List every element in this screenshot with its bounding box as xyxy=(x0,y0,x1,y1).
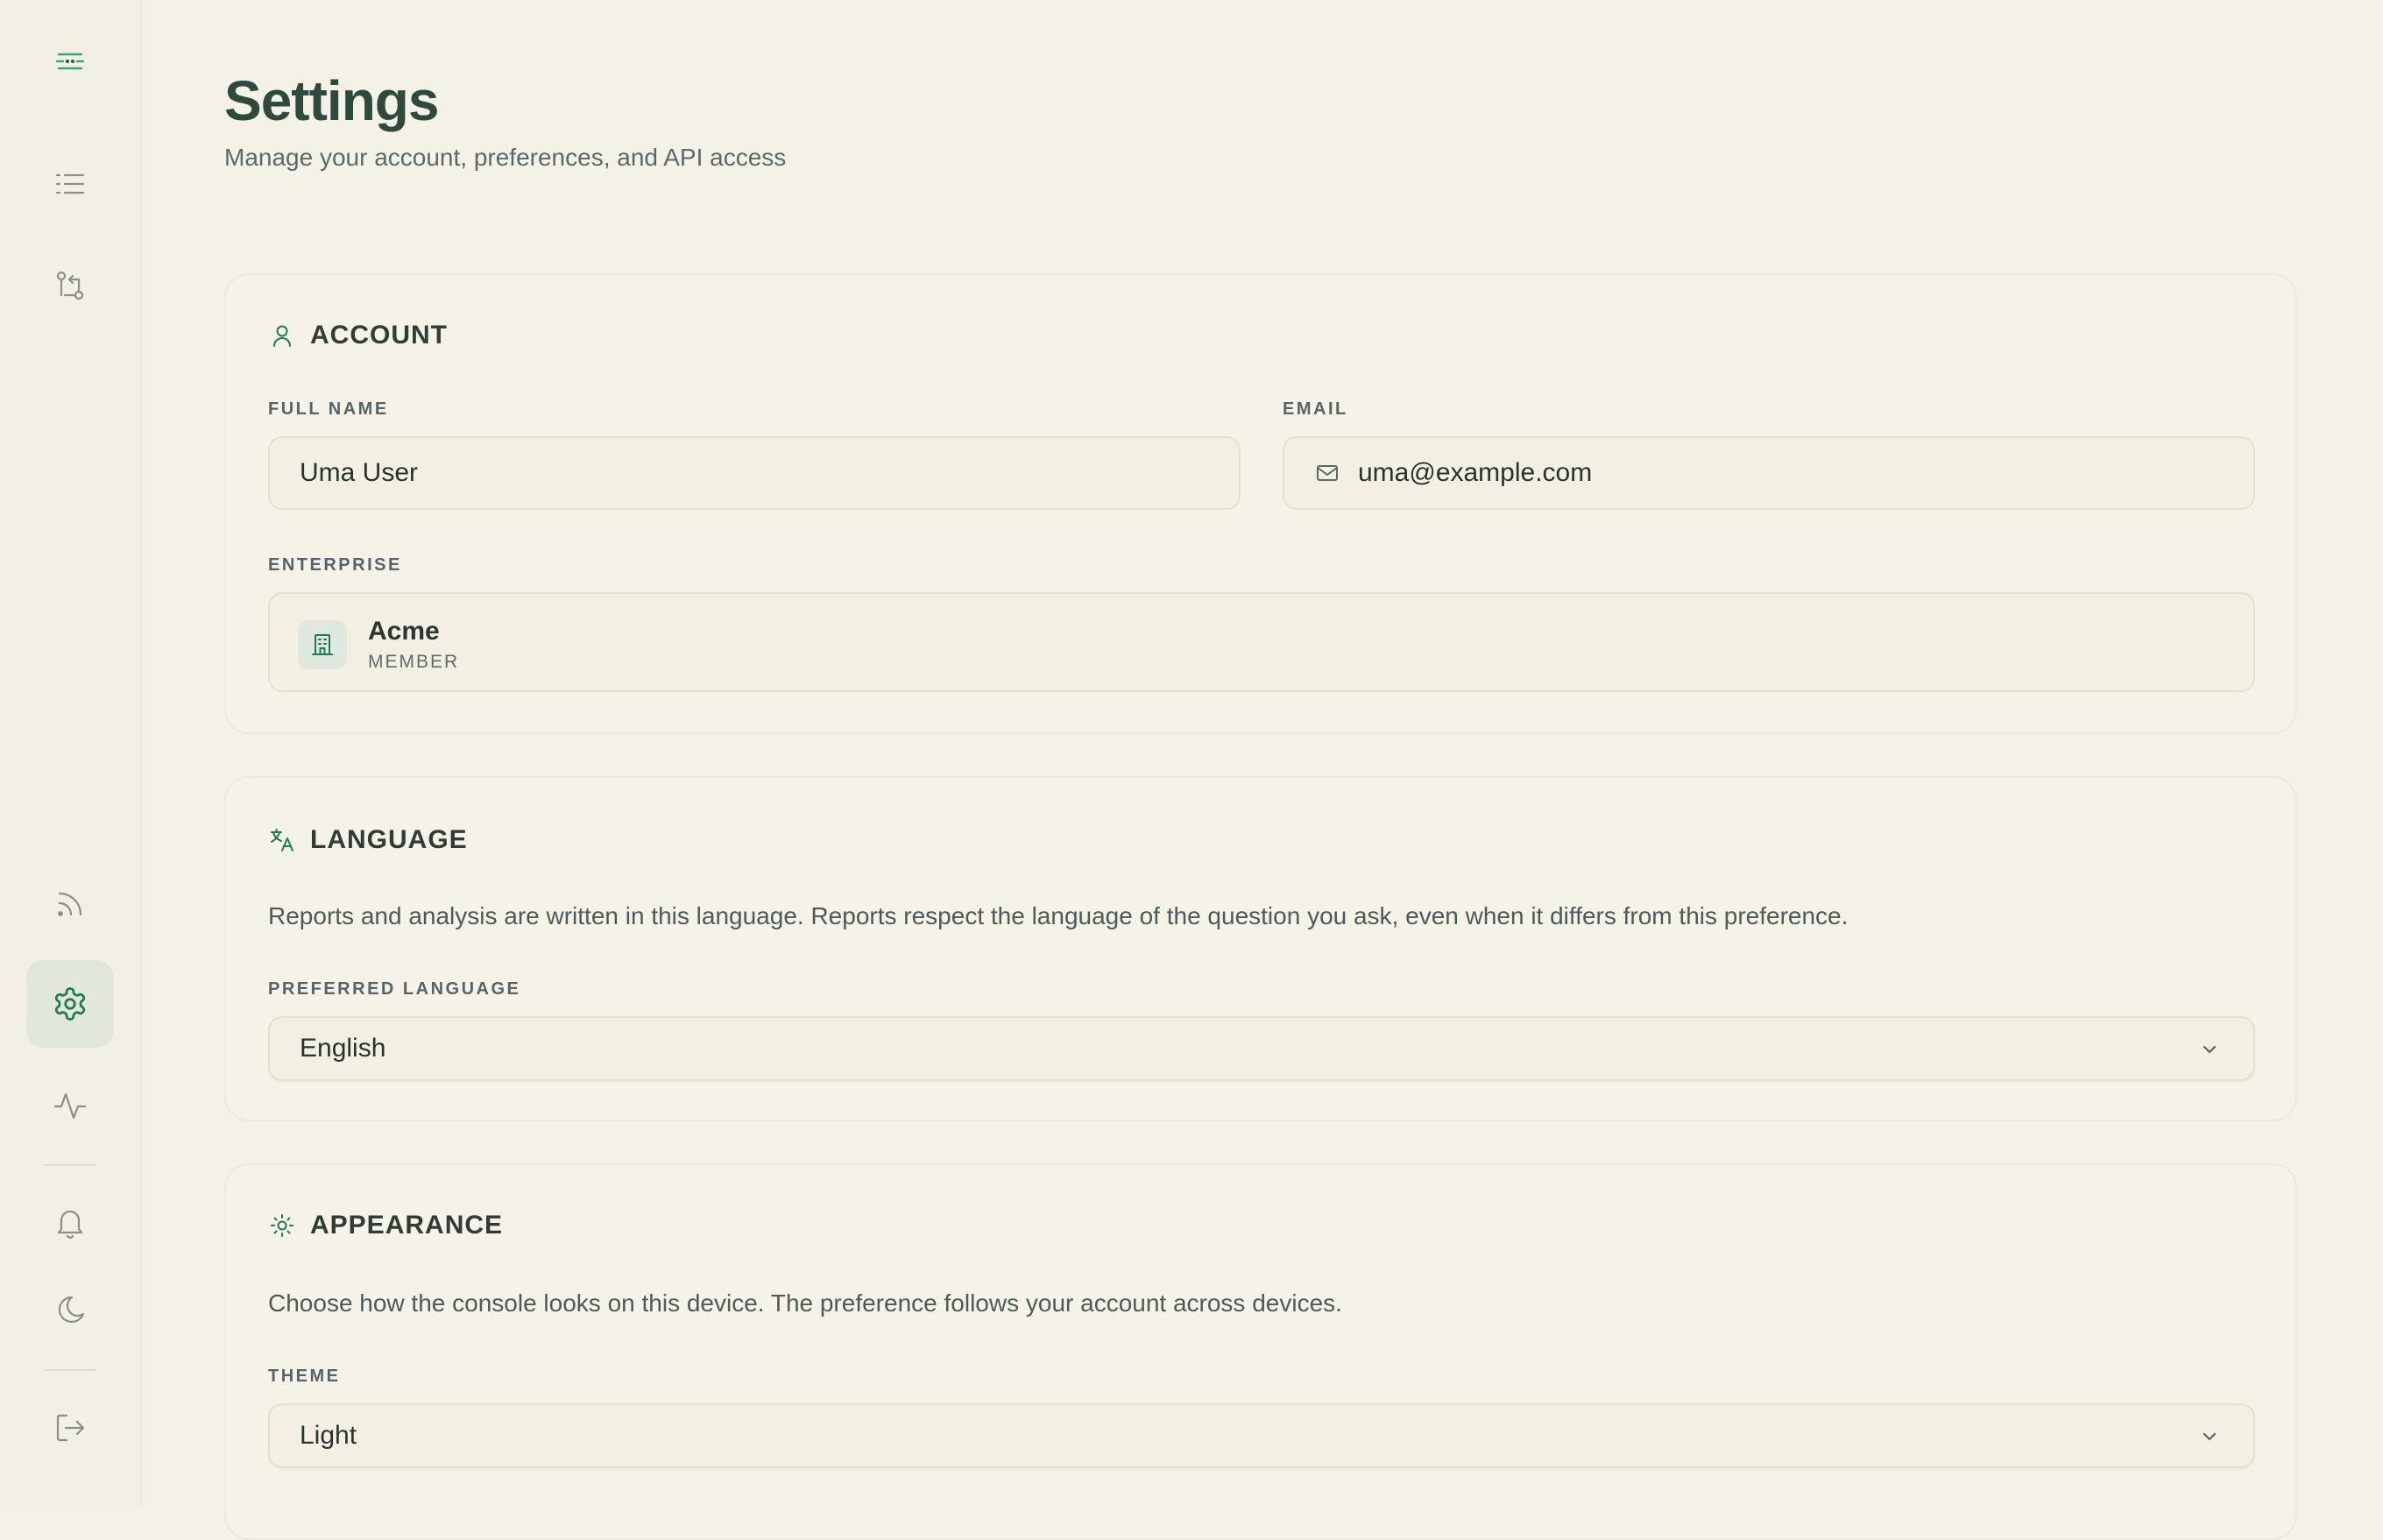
theme-select[interactable]: Light xyxy=(268,1403,2255,1468)
enterprise-card: Acme MEMBER xyxy=(268,592,2255,692)
preferred-language-select[interactable]: English xyxy=(268,1016,2255,1081)
user-icon xyxy=(273,325,291,347)
language-description: Reports and analysis are written in this… xyxy=(268,902,1849,929)
building-icon xyxy=(298,620,347,669)
page-title: Settings xyxy=(224,69,439,132)
account-header: ACCOUNT xyxy=(268,321,448,350)
logo-icon[interactable] xyxy=(26,18,114,105)
language-header: LANGUAGE xyxy=(268,825,468,855)
email-value: uma@example.com xyxy=(1358,458,1593,487)
activity-icon[interactable] xyxy=(26,1062,114,1149)
preferred-language-value: English xyxy=(300,1034,386,1063)
enterprise-name: Acme xyxy=(368,617,440,646)
gear-icon[interactable] xyxy=(26,960,114,1048)
git-compare-icon[interactable] xyxy=(26,242,114,329)
chevron-down-icon xyxy=(2203,1432,2217,1441)
language-card: LANGUAGE Reports and analysis are writte… xyxy=(224,776,2297,1121)
full-name-label: FULL NAME xyxy=(268,399,389,419)
appearance-header: APPEARANCE xyxy=(268,1211,503,1240)
email-field[interactable]: uma@example.com xyxy=(1283,436,2255,510)
sidebar-divider xyxy=(44,1164,96,1166)
moon-icon[interactable] xyxy=(26,1267,114,1354)
sidebar-divider xyxy=(44,1369,96,1371)
mail-icon xyxy=(1317,465,1338,481)
rss-icon[interactable] xyxy=(26,860,114,948)
account-card: ACCOUNT FULL NAME Uma User EMAIL uma@exa… xyxy=(224,273,2297,734)
account-title: ACCOUNT xyxy=(310,321,448,350)
page-subtitle: Manage your account, preferences, and AP… xyxy=(224,144,787,171)
logout-icon[interactable] xyxy=(26,1384,114,1472)
theme-value: Light xyxy=(300,1421,357,1450)
enterprise-label: ENTERPRISE xyxy=(268,555,402,575)
appearance-title: APPEARANCE xyxy=(310,1211,504,1240)
translate-icon xyxy=(271,829,293,851)
preferred-language-label: PREFERRED LANGUAGE xyxy=(268,979,521,999)
language-title: LANGUAGE xyxy=(310,825,468,854)
appearance-card: APPEARANCE Choose how the console looks … xyxy=(224,1163,2297,1540)
full-name-value: Uma User xyxy=(300,458,419,487)
theme-label: THEME xyxy=(268,1367,341,1386)
sidebar xyxy=(0,0,142,1507)
email-label: EMAIL xyxy=(1283,399,1348,419)
appearance-description: Choose how the console looks on this dev… xyxy=(268,1289,1342,1317)
enterprise-role: MEMBER xyxy=(368,652,460,672)
bell-icon[interactable] xyxy=(26,1179,114,1267)
list-icon[interactable] xyxy=(26,140,114,228)
chevron-down-icon xyxy=(2203,1045,2217,1054)
full-name-field[interactable]: Uma User xyxy=(268,436,1241,510)
sun-icon xyxy=(271,1214,293,1237)
